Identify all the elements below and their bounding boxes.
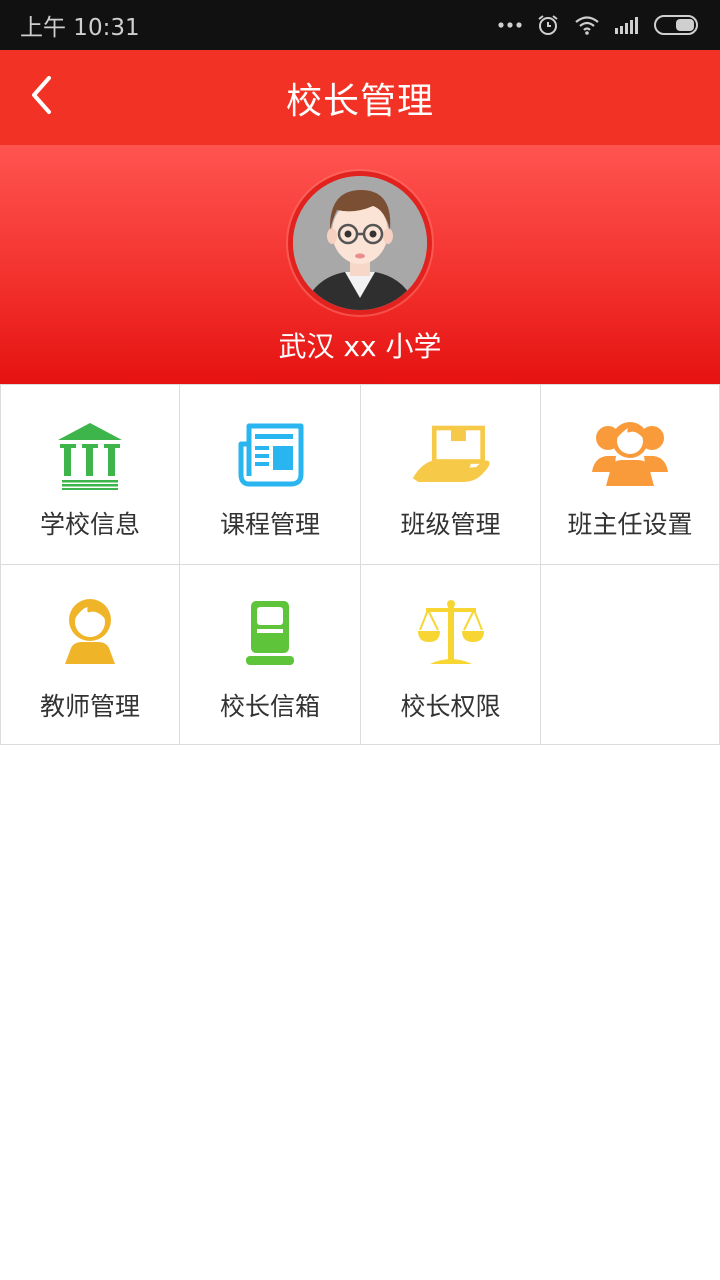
grid-item-school-info[interactable]: 学校信息	[0, 385, 180, 565]
grid-item-teacher-management[interactable]: 教师管理	[0, 565, 180, 745]
status-bar: 上午 10:31	[0, 0, 720, 50]
avatar[interactable]	[293, 176, 427, 310]
signal-icon	[614, 15, 640, 35]
avatar-frame	[288, 171, 432, 315]
wifi-icon	[574, 15, 600, 35]
more-dots-icon	[498, 21, 522, 29]
nav-bar: 校长管理	[0, 50, 720, 145]
newspaper-icon	[230, 419, 310, 491]
chevron-left-icon	[29, 75, 57, 119]
group-person-icon	[590, 419, 670, 491]
function-grid: 学校信息 课程管理 班级管理 班主任设置 教师管理 校长信箱 校长权限	[0, 384, 720, 745]
page-title: 校长管理	[285, 80, 434, 122]
grid-item-principal-permissions[interactable]: 校长权限	[361, 565, 541, 745]
grid-item-empty	[541, 565, 720, 745]
grid-item-label: 校长权限	[400, 692, 501, 721]
alarm-icon	[536, 13, 560, 37]
grid-item-head-teacher-settings[interactable]: 班主任设置	[541, 385, 720, 565]
grid-item-label: 班主任设置	[567, 510, 693, 539]
school-name: 武汉 xx 小学	[278, 330, 442, 363]
back-button[interactable]	[18, 72, 68, 122]
grid-item-principal-mailbox[interactable]: 校长信箱	[180, 565, 361, 745]
school-building-icon	[50, 419, 130, 491]
hand-box-icon	[411, 419, 491, 491]
grid-item-label: 课程管理	[219, 510, 320, 539]
grid-item-class-management[interactable]: 班级管理	[361, 385, 541, 565]
grid-item-label: 教师管理	[39, 692, 140, 721]
teacher-person-icon	[50, 597, 130, 669]
status-time: 上午 10:31	[20, 15, 140, 41]
battery-icon	[654, 14, 700, 36]
grid-item-course-management[interactable]: 课程管理	[180, 385, 361, 565]
grid-item-label: 校长信箱	[219, 692, 320, 721]
grid-item-label: 学校信息	[39, 510, 140, 539]
avatar-illustration	[293, 176, 427, 310]
balance-scale-icon	[411, 597, 491, 669]
mailbox-icon	[230, 597, 310, 669]
status-icons	[498, 13, 700, 37]
profile-banner: 武汉 xx 小学	[0, 145, 720, 384]
grid-item-label: 班级管理	[400, 510, 501, 539]
